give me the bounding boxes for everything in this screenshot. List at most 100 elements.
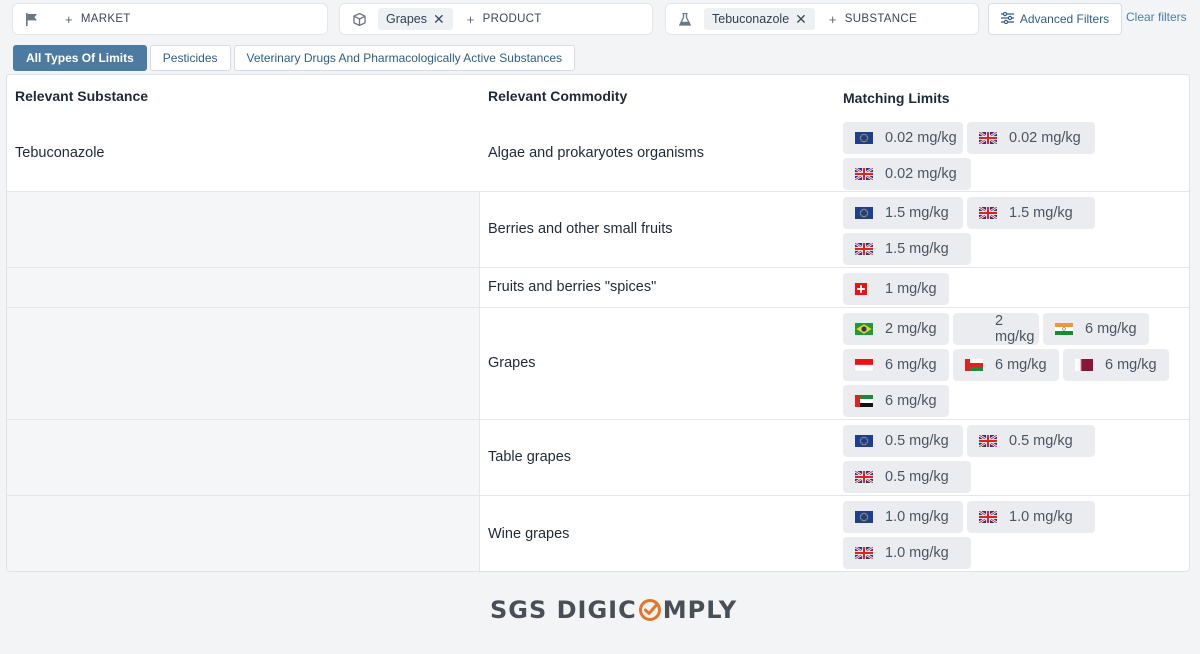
commodity-name: Wine grapes [488,526,570,542]
commodity-name: Algae and prokaryotes organisms [488,145,705,161]
table-row: Berries and other small fruits 1.5 mg/kg 1… [7,191,1189,267]
table-row: Tebuconazole Algae and prokaryotes organi… [7,117,1189,191]
flag-icon [25,12,39,26]
limit-badge[interactable]: 0.5 mg/kg [843,425,963,457]
tab-1[interactable]: Pesticides [149,45,231,71]
limit-badge[interactable]: 1.0 mg/kg [843,537,971,569]
limit-value: 1.5 mg/kg [885,241,949,257]
substance-name: Tebuconazole [15,145,105,161]
remove-substance-icon[interactable]: ✕ [795,12,807,26]
commodity-name: Table grapes [488,449,572,465]
limit-badge[interactable]: 0.5 mg/kg [843,461,971,493]
substance-cell [7,192,480,267]
limit-badge[interactable]: 0.02 mg/kg [967,122,1095,154]
limit-badge[interactable]: 2 mg/kg [953,313,1039,345]
flag-ch-icon [855,283,867,295]
flag-in-icon [1055,323,1073,335]
add-market-button[interactable]: + MARKET [65,12,131,27]
substance-filter[interactable]: Tebuconazole ✕ + SUBSTANCE [665,3,979,35]
flag-br-icon [855,323,873,335]
substance-cell [7,496,480,571]
flag-uk-icon [855,471,873,483]
remove-product-icon[interactable]: ✕ [433,12,445,26]
limit-badge[interactable]: 6 mg/kg [843,349,949,381]
flag-eu-icon [855,132,873,144]
add-substance-button[interactable]: + SUBSTANCE [829,12,917,27]
limit-value: 1.0 mg/kg [885,509,949,525]
limit-value: 1.5 mg/kg [1009,205,1073,221]
header-limits[interactable]: Matching Limits [843,90,950,106]
limit-badge[interactable]: 0.5 mg/kg [967,425,1095,457]
limit-value: 1.5 mg/kg [885,205,949,221]
limit-badge[interactable]: 6 mg/kg [1043,313,1149,345]
limit-badge[interactable]: 2 mg/kg [843,313,949,345]
limit-value: 0.02 mg/kg [885,166,957,182]
flag-eu-icon [855,435,873,447]
product-filter[interactable]: Grapes ✕ + PRODUCT [339,3,653,35]
limit-value: 1.0 mg/kg [885,545,949,561]
limit-value: 2 mg/kg [885,321,937,337]
add-product-button[interactable]: + PRODUCT [467,12,542,27]
limit-value: 6 mg/kg [885,357,937,373]
plus-icon: + [65,11,73,27]
limit-badge[interactable]: 1.0 mg/kg [843,501,963,533]
limit-badge[interactable]: 6 mg/kg [953,349,1059,381]
filter-bar: + MARKET Grapes ✕ + PRODUCT Tebuconazole… [12,3,1192,35]
header-substance[interactable]: Relevant Substance [15,88,148,104]
limit-badge[interactable]: 1.5 mg/kg [967,197,1095,229]
limit-badge[interactable]: 0.02 mg/kg [843,158,971,190]
flag-uk-icon [979,132,997,144]
flag-uk-icon [855,243,873,255]
flag-qa-icon [1075,359,1093,371]
flask-icon [678,12,692,26]
table-row: Grapes 2 mg/kg 2 mg/kg 6 mg/kg 6 mg/kg 6 mg/k… [7,307,1189,419]
table-row: Fruits and berries "spices" 1 mg/kg [7,267,1189,307]
limit-badge[interactable]: 1.5 mg/kg [843,197,963,229]
plus-icon: + [828,11,837,27]
tab-2[interactable]: Veterinary Drugs And Pharmacologically A… [233,45,575,71]
limit-badge[interactable]: 1.0 mg/kg [967,501,1095,533]
limit-value: 0.5 mg/kg [885,469,949,485]
substance-cell [7,268,480,307]
results-table: Relevant Substance Relevant Commodity Ma… [6,74,1190,572]
tab-0[interactable]: All Types Of Limits [13,45,147,71]
flag-none-icon [965,323,983,335]
limit-value: 0.02 mg/kg [885,130,957,146]
plus-icon: + [466,11,475,27]
flag-uk-icon [979,435,997,447]
commodity-name: Fruits and berries "spices" [488,279,657,295]
limit-value: 0.5 mg/kg [885,433,949,449]
limit-value: 6 mg/kg [1085,321,1137,337]
limit-badge[interactable]: 0.02 mg/kg [843,122,963,154]
limit-badge[interactable]: 6 mg/kg [843,385,949,417]
limit-badge[interactable]: 6 mg/kg [1063,349,1169,381]
flag-eu-icon [855,511,873,523]
limit-value: 0.5 mg/kg [1009,433,1073,449]
flag-id-icon [855,359,873,371]
flag-uk-icon [979,511,997,523]
header-commodity[interactable]: Relevant Commodity [488,88,627,104]
flag-uk-icon [855,168,873,180]
limit-value: 1 mg/kg [885,281,937,297]
limit-value: 2 mg/kg [995,313,1035,345]
commodity-name: Grapes [488,355,536,371]
cube-icon [352,12,366,26]
clear-filters-link[interactable]: Clear filters [1126,10,1187,24]
flag-ae-icon [855,395,873,407]
flag-uk-icon [855,547,873,559]
advanced-filters-button[interactable]: Advanced Filters [988,3,1122,35]
product-chip: Grapes ✕ [378,8,453,30]
limit-value: 0.02 mg/kg [1009,130,1081,146]
commodity-name: Berries and other small fruits [488,221,673,237]
limit-value: 1.0 mg/kg [1009,509,1073,525]
limit-badge[interactable]: 1.5 mg/kg [843,233,971,265]
substance-cell [7,420,480,495]
limit-value: 6 mg/kg [995,357,1047,373]
limit-value: 6 mg/kg [1105,357,1157,373]
market-filter[interactable]: + MARKET [12,3,328,35]
flag-uk-icon [979,207,997,219]
substance-chip: Tebuconazole ✕ [704,8,815,30]
limit-badge[interactable]: 1 mg/kg [843,273,949,305]
limit-type-tabs: All Types Of Limits Pesticides Veterinary … [13,45,575,71]
flag-eu-icon [855,207,873,219]
